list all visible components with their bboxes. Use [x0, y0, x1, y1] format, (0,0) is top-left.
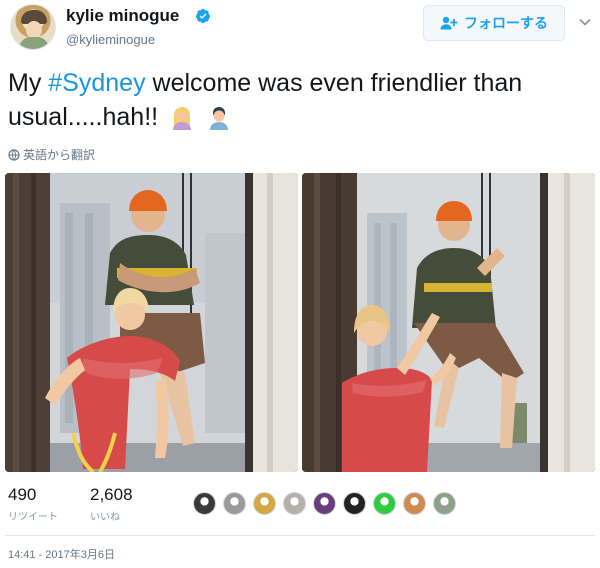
- follow-button[interactable]: フォローする: [423, 5, 565, 41]
- verified-badge-icon: [196, 9, 210, 23]
- woman-emoji-icon: [173, 107, 192, 130]
- liker-avatar-6[interactable]: [343, 492, 366, 515]
- chevron-down-icon[interactable]: [578, 15, 592, 29]
- tweet-header: kylie minogue @kylieminogue フォローする: [0, 0, 600, 60]
- follow-button-label: フォローする: [464, 15, 548, 31]
- tweet-timestamp[interactable]: 14:41 - 2017年3月6日: [8, 546, 115, 562]
- tweet-text: My #Sydney welcome was even friendlier t…: [8, 66, 593, 134]
- liker-avatar-3[interactable]: [253, 492, 276, 515]
- liker-avatar-7[interactable]: [373, 492, 396, 515]
- liker-avatar-2[interactable]: [223, 492, 246, 515]
- liker-avatar-4[interactable]: [283, 492, 306, 515]
- photo-left-image: [5, 173, 298, 472]
- translate-link[interactable]: 英語から翻訳: [8, 146, 95, 163]
- man-emoji-icon: [210, 107, 229, 130]
- hashtag-link[interactable]: #Sydney: [48, 69, 145, 97]
- translate-label: 英語から翻訳: [23, 148, 96, 162]
- tweet-text-prefix: My: [8, 69, 49, 97]
- liker-avatar-8[interactable]: [403, 492, 426, 515]
- author-handle[interactable]: @kylieminogue: [66, 32, 155, 47]
- retweet-stat[interactable]: 490 リツイート: [8, 485, 58, 523]
- tweet-photo-left[interactable]: [5, 173, 298, 472]
- retweet-label: リツイート: [8, 512, 58, 523]
- like-count: 2,608: [90, 485, 133, 504]
- liker-avatar-9[interactable]: [433, 492, 456, 515]
- like-stat[interactable]: 2,608 いいね: [90, 485, 133, 523]
- tweet-photo-right[interactable]: [302, 173, 595, 472]
- author-avatar[interactable]: [10, 4, 56, 50]
- divider: [5, 535, 595, 536]
- retweet-count: 490: [8, 485, 37, 504]
- liker-avatar-5[interactable]: [313, 492, 336, 515]
- author-name[interactable]: kylie minogue: [66, 6, 179, 26]
- liker-avatar-1[interactable]: [193, 492, 216, 515]
- photo-right-image: [302, 173, 595, 472]
- add-user-icon: [440, 16, 458, 30]
- globe-icon: [8, 148, 20, 161]
- like-label: いいね: [90, 512, 120, 523]
